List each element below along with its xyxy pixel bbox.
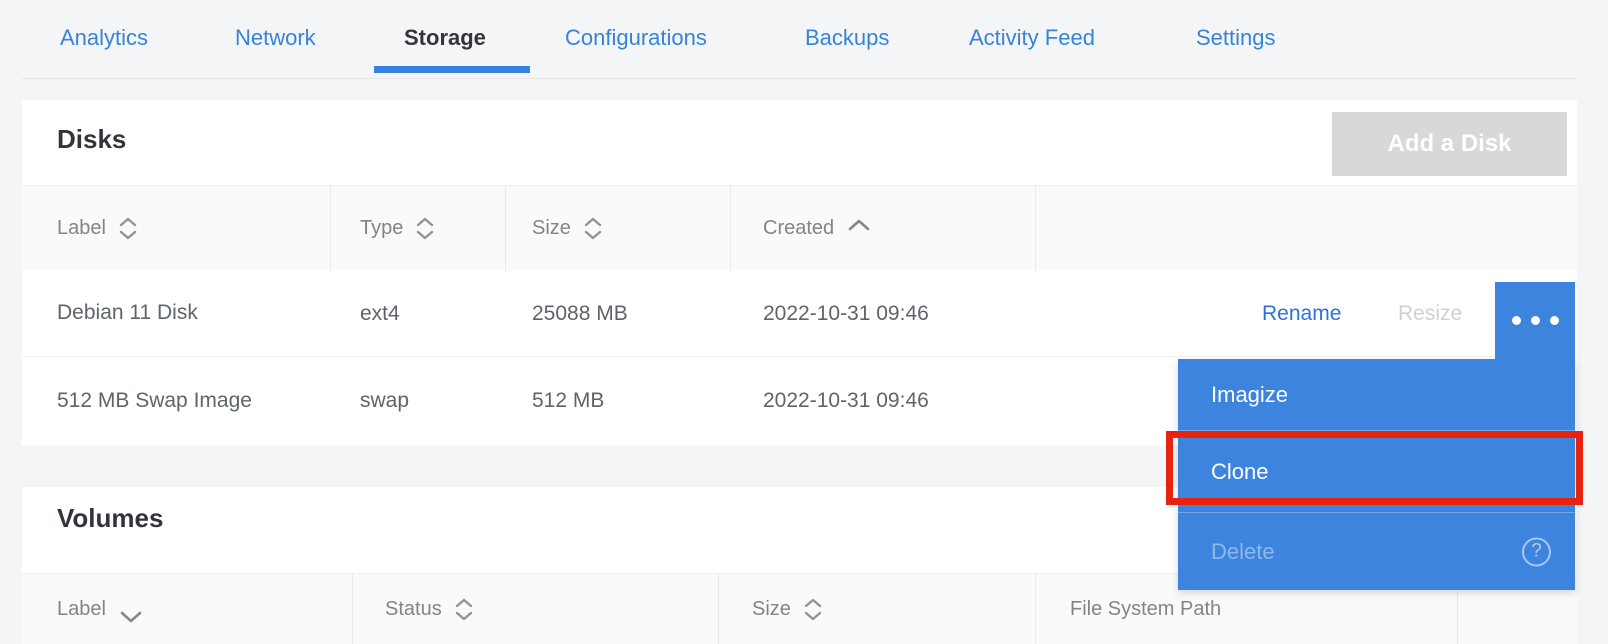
disk-actions-menu: Imagize Clone Delete ? [1178, 359, 1575, 590]
disk-label: 512 MB Swap Image [57, 357, 257, 445]
menu-item-imagize[interactable]: Imagize [1178, 359, 1575, 430]
add-a-disk-button[interactable]: Add a Disk [1332, 112, 1567, 176]
sort-both-icon [415, 217, 435, 240]
disk-created: 2022-10-31 09:46 [763, 357, 929, 445]
tab-bar-divider [22, 78, 1577, 79]
help-icon[interactable]: ? [1522, 537, 1551, 566]
ellipsis-dot [1550, 316, 1559, 325]
column-divider [330, 186, 331, 271]
resize-link-disabled: Resize [1398, 271, 1462, 356]
disk-type: ext4 [360, 271, 400, 356]
disk-created: 2022-10-31 09:46 [763, 271, 929, 356]
tab-bar: Analytics Network Storage Configurations… [0, 0, 1608, 80]
disks-column-size[interactable]: Size [497, 186, 603, 271]
sort-both-icon [454, 598, 474, 621]
active-tab-indicator [374, 66, 530, 73]
disks-table-header: Label Type Size [22, 185, 1577, 271]
table-row-debian-disk: Debian 11 Disk ext4 25088 MB 2022-10-31 … [22, 271, 1577, 356]
rename-link[interactable]: Rename [1262, 271, 1341, 356]
tab-settings[interactable]: Settings [1196, 25, 1276, 51]
ellipsis-dot [1531, 316, 1540, 325]
sort-both-icon [118, 217, 138, 240]
tab-network[interactable]: Network [235, 25, 316, 51]
sort-both-icon [803, 598, 823, 621]
disk-type: swap [360, 357, 409, 445]
column-divider [505, 186, 506, 271]
disks-column-label[interactable]: Label [22, 186, 138, 271]
disks-column-created-text: Created [763, 217, 834, 240]
more-actions-button[interactable] [1495, 282, 1575, 359]
volumes-column-size[interactable]: Size [717, 574, 823, 644]
column-divider [718, 574, 719, 644]
tab-backups[interactable]: Backups [805, 25, 889, 51]
column-divider [730, 186, 731, 271]
volumes-column-status[interactable]: Status [350, 574, 474, 644]
disks-column-type[interactable]: Type [325, 186, 435, 271]
tab-storage[interactable]: Storage [404, 25, 486, 51]
volumes-column-status-text: Status [385, 598, 442, 621]
volumes-column-label[interactable]: Label [22, 574, 144, 644]
tab-activity-feed[interactable]: Activity Feed [969, 25, 1095, 51]
menu-item-delete-label: Delete [1211, 539, 1275, 565]
disk-size: 25088 MB [532, 271, 628, 356]
menu-item-delete-disabled: Delete ? [1178, 512, 1575, 590]
tab-analytics[interactable]: Analytics [60, 25, 148, 51]
disks-column-type-text: Type [360, 217, 403, 240]
volumes-title: Volumes [57, 503, 163, 534]
sort-descending-icon [118, 610, 144, 623]
tab-configurations[interactable]: Configurations [565, 25, 707, 51]
disk-label: Debian 11 Disk [57, 271, 257, 356]
sort-both-icon [583, 217, 603, 240]
disks-column-size-text: Size [532, 217, 571, 240]
column-divider [1035, 574, 1036, 644]
ellipsis-dot [1512, 316, 1521, 325]
volumes-column-size-text: Size [752, 598, 791, 621]
disk-size: 512 MB [532, 357, 604, 445]
sort-ascending-icon [846, 218, 872, 231]
storage-page: Analytics Network Storage Configurations… [0, 0, 1608, 644]
disks-column-created[interactable]: Created [728, 186, 872, 271]
volumes-column-fs-path-text: File System Path [1070, 598, 1221, 621]
volumes-column-label-text: Label [57, 598, 106, 621]
disks-column-label-text: Label [57, 217, 106, 240]
column-divider [352, 574, 353, 644]
disks-title: Disks [57, 124, 126, 155]
menu-item-clone[interactable]: Clone [1178, 430, 1575, 512]
column-divider [1035, 186, 1036, 271]
